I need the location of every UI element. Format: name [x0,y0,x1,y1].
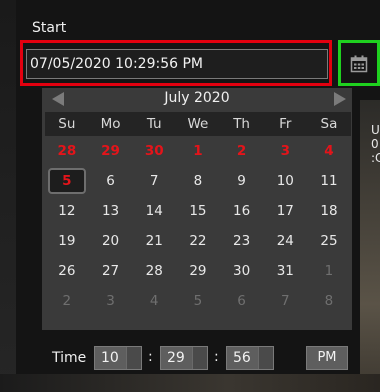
weekday-header: Tu [132,112,177,136]
day-cell[interactable]: 3 [89,286,133,316]
weekday-header: Su [45,112,89,136]
day-cell[interactable]: 13 [89,196,133,226]
minute-spinner[interactable] [192,347,207,369]
day-cell[interactable]: 17 [263,196,307,226]
day-cell[interactable]: 1 [307,256,351,286]
day-cell[interactable]: 8 [176,166,220,196]
weekday-header: Fr [263,112,308,136]
day-cell[interactable]: 2 [45,286,89,316]
day-cell[interactable]: 22 [176,226,220,256]
day-cell[interactable]: 12 [45,196,89,226]
day-cell[interactable]: 4 [132,286,176,316]
day-cell[interactable]: 23 [220,226,264,256]
day-cell[interactable]: 4 [307,136,351,166]
day-cell[interactable]: 28 [132,256,176,286]
day-cell[interactable]: 5 [176,286,220,316]
ampm-toggle-button[interactable]: PM [306,346,348,370]
day-cell[interactable]: 18 [307,196,351,226]
day-cell[interactable]: 6 [220,286,264,316]
time-separator: : [148,349,153,365]
day-cell[interactable]: 31 [263,256,307,286]
day-cell[interactable]: 1 [176,136,220,166]
time-separator: : [214,349,219,365]
time-label: Time [52,350,87,366]
month-title: July 2020 [164,90,230,106]
day-cell[interactable]: 2 [220,136,264,166]
calendar-button[interactable] [346,51,372,77]
hour-spinner[interactable] [126,347,141,369]
day-cell[interactable]: 19 [45,226,89,256]
weekday-header: Sa [307,112,351,136]
background-panel-left [0,0,16,392]
weekday-header: Mo [88,112,133,136]
selected-day[interactable]: 5 [48,168,86,194]
day-cell[interactable]: 21 [132,226,176,256]
day-cell[interactable]: 14 [132,196,176,226]
day-cell[interactable]: 6 [89,166,133,196]
calendar-header: July 2020 [42,88,352,112]
second-spinner[interactable] [258,347,273,369]
day-cell[interactable]: 10 [263,166,307,196]
background-panel-bottom [0,374,380,392]
day-cell[interactable]: 7 [132,166,176,196]
background-text-fragment: U 0 :C [371,123,380,165]
day-cell[interactable]: 30 [132,136,176,166]
day-cell[interactable]: 11 [307,166,351,196]
triangle-right-icon[interactable] [334,92,346,106]
second-input[interactable]: 56 [226,346,274,370]
hour-input[interactable]: 10 [94,346,142,370]
hour-value: 10 [101,350,119,366]
calendar-icon [350,55,368,73]
day-cell[interactable]: 28 [45,136,89,166]
weekday-header: Th [219,112,264,136]
calendar-popup: July 2020 Su Mo Tu We Th Fr Sa 28 29 30 1 2 3 4 5 6 7 8 9 1… [42,88,352,330]
day-cell[interactable]: 30 [220,256,264,286]
day-cell[interactable]: 9 [220,166,264,196]
day-cell[interactable]: 20 [89,226,133,256]
day-cell[interactable]: 24 [263,226,307,256]
day-cell[interactable]: 29 [176,256,220,286]
start-datetime-input[interactable] [26,49,328,79]
minute-input[interactable]: 29 [160,346,208,370]
day-cell[interactable]: 3 [263,136,307,166]
day-cell[interactable]: 7 [263,286,307,316]
time-selector: Time 10 : 29 : 56 PM [42,346,352,372]
start-label: Start [32,20,67,36]
calendar-grid: Su Mo Tu We Th Fr Sa 28 29 30 1 2 3 4 5 6 7 8 9 10 11 12 13 14 1… [45,112,351,316]
day-cell[interactable]: 26 [45,256,89,286]
second-value: 56 [233,350,251,366]
day-cell[interactable]: 16 [220,196,264,226]
day-cell[interactable]: 15 [176,196,220,226]
minute-value: 29 [167,350,185,366]
day-cell[interactable]: 8 [307,286,351,316]
weekday-header: We [176,112,220,136]
day-cell[interactable]: 25 [307,226,351,256]
day-cell[interactable]: 29 [89,136,133,166]
day-cell[interactable]: 27 [89,256,133,286]
